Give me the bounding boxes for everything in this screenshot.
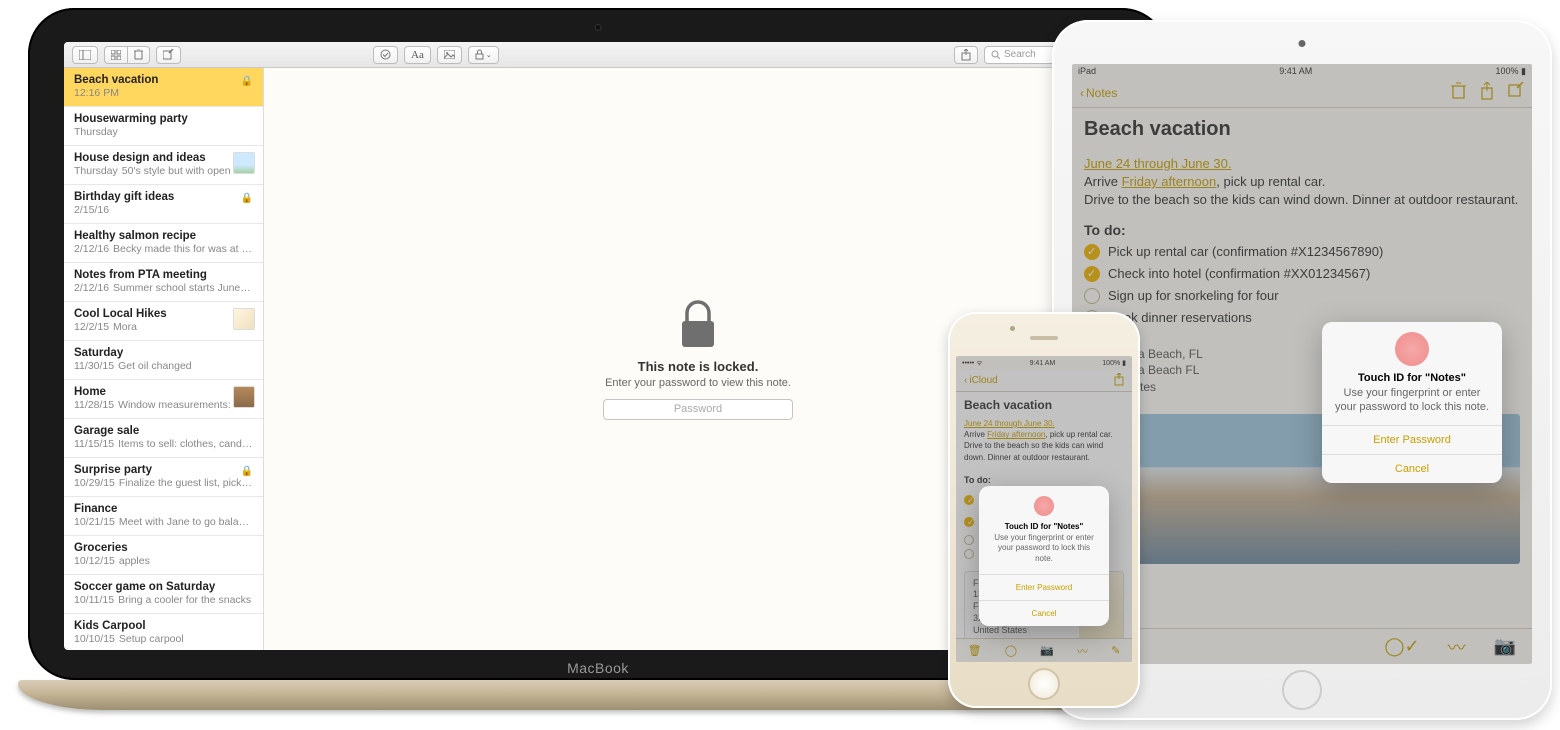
view-mode-segment[interactable] [104,46,150,64]
iphone-camera [1010,326,1015,331]
note-thumbnail [233,152,255,174]
note-item-subtitle: 10/12/15apples [74,555,253,567]
note-item-title: Home [74,386,253,398]
note-item-subtitle: 2/12/16Becky made this for was at the la… [74,243,253,255]
ipad-home-button[interactable] [1282,670,1322,710]
note-item-subtitle: 2/15/16 [74,204,253,216]
note-thumbnail [233,386,255,408]
fingerprint-icon [1034,496,1054,516]
share-button[interactable] [954,46,978,64]
iphone-speaker [1030,336,1058,340]
note-list-item[interactable]: Finance10/21/15Meet with Jane to go bala… [64,497,263,536]
note-list-item[interactable]: Healthy salmon recipe2/12/16Becky made t… [64,224,263,263]
delete-note-button[interactable] [127,46,150,64]
note-list-item[interactable]: Cool Local Hikes12/2/15Mora [64,302,263,341]
note-item-title: Birthday gift ideas [74,191,253,203]
sidebar-toggle-button[interactable] [72,46,98,64]
modal-subtitle: Use your fingerprint or enter your passw… [979,531,1109,574]
ipad-touchid-modal: Touch ID for "Notes" Use your fingerprin… [1322,322,1502,483]
search-placeholder: Search [1004,49,1036,60]
note-list-item[interactable]: Surprise party10/29/15Finalize the guest… [64,458,263,497]
iphone-device: ••••• ᯤ 9:41 AM 100% ▮ ‹ iCloud Beach va… [948,312,1140,708]
lock-icon: 🔒 [241,76,253,87]
note-item-title: Groceries [74,542,253,554]
lock-button[interactable]: ⌄ [468,46,499,64]
note-item-subtitle: Thursday50's style but with open area… [74,165,253,177]
iphone-notes-app: ••••• ᯤ 9:41 AM 100% ▮ ‹ iCloud Beach va… [956,356,1132,662]
enter-password-button[interactable]: Enter Password [1322,425,1502,454]
note-item-title: Soccer game on Saturday [74,581,253,593]
note-list-item[interactable]: Groceries10/12/15apples [64,536,263,575]
modal-subtitle: Use your fingerprint or enter your passw… [1322,384,1502,425]
note-item-subtitle: 11/15/15Items to sell: clothes, candles, [74,438,253,450]
macbook-label: MacBook [567,660,629,676]
grid-view-button[interactable] [104,46,127,64]
checklist-button[interactable] [373,46,398,64]
note-item-subtitle: 10/21/15Meet with Jane to go balance the… [74,516,253,528]
macbook-camera [595,24,602,31]
note-item-title: Notes from PTA meeting [74,269,253,281]
ipad-notes-app: iPad 9:41 AM 100% ▮ ‹ Notes Bea [1072,64,1532,664]
note-item-subtitle: 12/2/15Mora [74,321,253,333]
note-item-subtitle: 10/11/15Bring a cooler for the snacks [74,594,253,606]
note-item-title: Kids Carpool [74,620,253,632]
cancel-button[interactable]: Cancel [979,600,1109,626]
note-list-item[interactable]: Kids Carpool10/10/15Setup carpool [64,614,263,650]
modal-title: Touch ID for "Notes" [1322,372,1502,384]
iphone-home-button[interactable] [1028,668,1060,700]
note-item-title: Saturday [74,347,253,359]
note-thumbnail [233,308,255,330]
locked-subtitle: Enter your password to view this note. [605,377,791,389]
note-item-title: Finance [74,503,253,515]
search-icon [991,50,1000,59]
note-list-item[interactable]: Soccer game on Saturday10/11/15Bring a c… [64,575,263,614]
ipad-camera [1299,40,1306,47]
note-list-item[interactable]: Birthday gift ideas2/15/16🔒 [64,185,263,224]
note-list-item[interactable]: Home11/28/15Window measurements: 36 x 72 [64,380,263,419]
password-input[interactable]: Password [603,399,793,420]
lock-icon: 🔒 [241,466,253,477]
note-item-subtitle: 12:16 PM [74,87,253,99]
cancel-button[interactable]: Cancel [1322,454,1502,483]
note-list-item[interactable]: Saturday11/30/15Get oil changed [64,341,263,380]
locked-title: This note is locked. [638,359,759,374]
notes-toolbar: Aa ⌄ Search [64,42,1132,68]
enter-password-button[interactable]: Enter Password [979,574,1109,600]
note-item-title: House design and ideas [74,152,253,164]
lock-icon: 🔒 [241,193,253,204]
format-button[interactable]: Aa [404,46,431,64]
attach-button[interactable] [437,46,462,64]
note-list-item[interactable]: House design and ideasThursday50's style… [64,146,263,185]
fingerprint-icon [1395,332,1429,366]
note-item-title: Surprise party [74,464,253,476]
note-item-title: Garage sale [74,425,253,437]
note-list-item[interactable]: Housewarming partyThursday [64,107,263,146]
new-note-button[interactable] [156,46,181,64]
note-item-title: Cool Local Hikes [74,308,253,320]
note-item-title: Housewarming party [74,113,253,125]
note-list-item[interactable]: Notes from PTA meeting2/12/16Summer scho… [64,263,263,302]
iphone-touchid-modal: Touch ID for "Notes" Use your fingerprin… [979,486,1109,626]
notes-sidebar-list[interactable]: Beach vacation12:16 PM🔒Housewarming part… [64,68,264,650]
note-item-title: Beach vacation [74,74,253,86]
note-item-subtitle: 2/12/16Summer school starts June 10 [74,282,253,294]
note-list-item[interactable]: Garage sale11/15/15Items to sell: clothe… [64,419,263,458]
modal-title: Touch ID for "Notes" [979,522,1109,531]
note-item-subtitle: 10/29/15Finalize the guest list, pick up… [74,477,253,489]
note-item-subtitle: Thursday [74,126,253,138]
note-item-subtitle: 10/10/15Setup carpool [74,633,253,645]
note-item-subtitle: 11/28/15Window measurements: 36 x 72 [74,399,253,411]
note-item-title: Healthy salmon recipe [74,230,253,242]
note-item-subtitle: 11/30/15Get oil changed [74,360,253,372]
note-list-item[interactable]: Beach vacation12:16 PM🔒 [64,68,263,107]
lock-icon [677,299,719,349]
